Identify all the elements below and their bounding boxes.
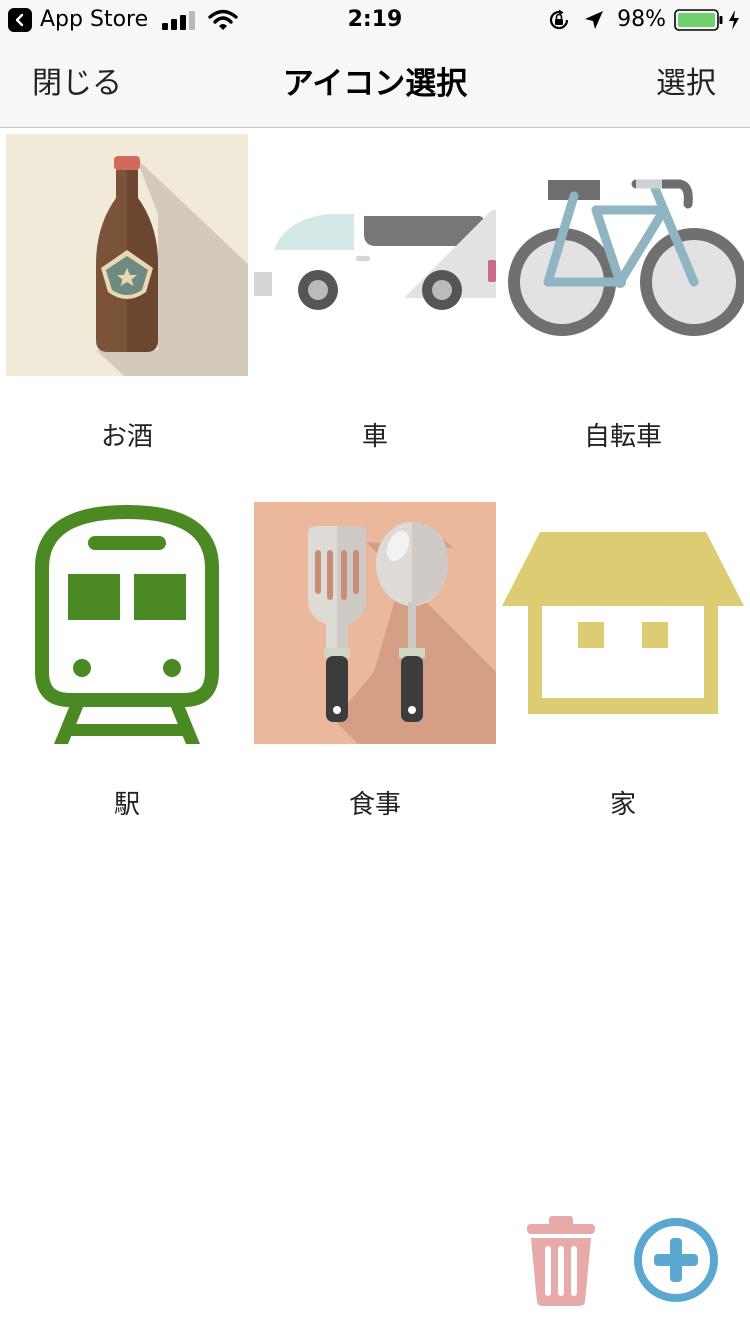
icon-cell-train[interactable]: 駅 [6, 502, 248, 842]
beer-bottle-icon [6, 134, 248, 376]
orientation-lock-icon [547, 8, 571, 32]
trash-icon [527, 1216, 595, 1306]
icon-label: 自転車 [583, 422, 662, 452]
house-icon [502, 502, 744, 744]
car-icon [254, 134, 496, 376]
charging-bolt-icon [728, 10, 740, 30]
utensils-icon [254, 502, 496, 744]
nav-bar: 閉じる アイコン選択 選択 [0, 40, 750, 128]
delete-button[interactable] [523, 1214, 599, 1306]
add-button[interactable] [632, 1216, 720, 1304]
icon-cell-meal[interactable]: 食事 [254, 502, 496, 842]
plus-circle-icon [634, 1218, 718, 1302]
icon-cell-house[interactable]: 家 [502, 502, 744, 842]
icon-label: お酒 [100, 422, 153, 452]
status-bar: App Store 2:19 98% [0, 0, 750, 40]
icon-label: 駅 [113, 790, 140, 820]
icon-cell-beer[interactable]: お酒 [6, 134, 248, 474]
train-icon [6, 502, 248, 744]
icon-label: 車 [361, 422, 388, 452]
close-button[interactable]: 閉じる [32, 40, 122, 128]
select-button[interactable]: 選択 [656, 40, 716, 128]
icon-cell-bicycle[interactable]: 自転車 [502, 134, 744, 474]
icon-label: 家 [609, 790, 636, 820]
icon-cell-car[interactable]: 車 [254, 134, 496, 474]
icon-label: 食事 [348, 790, 401, 820]
location-arrow-icon [583, 9, 605, 31]
battery-icon [674, 8, 724, 32]
bicycle-icon [502, 134, 744, 376]
battery-percent: 98% [617, 7, 666, 32]
